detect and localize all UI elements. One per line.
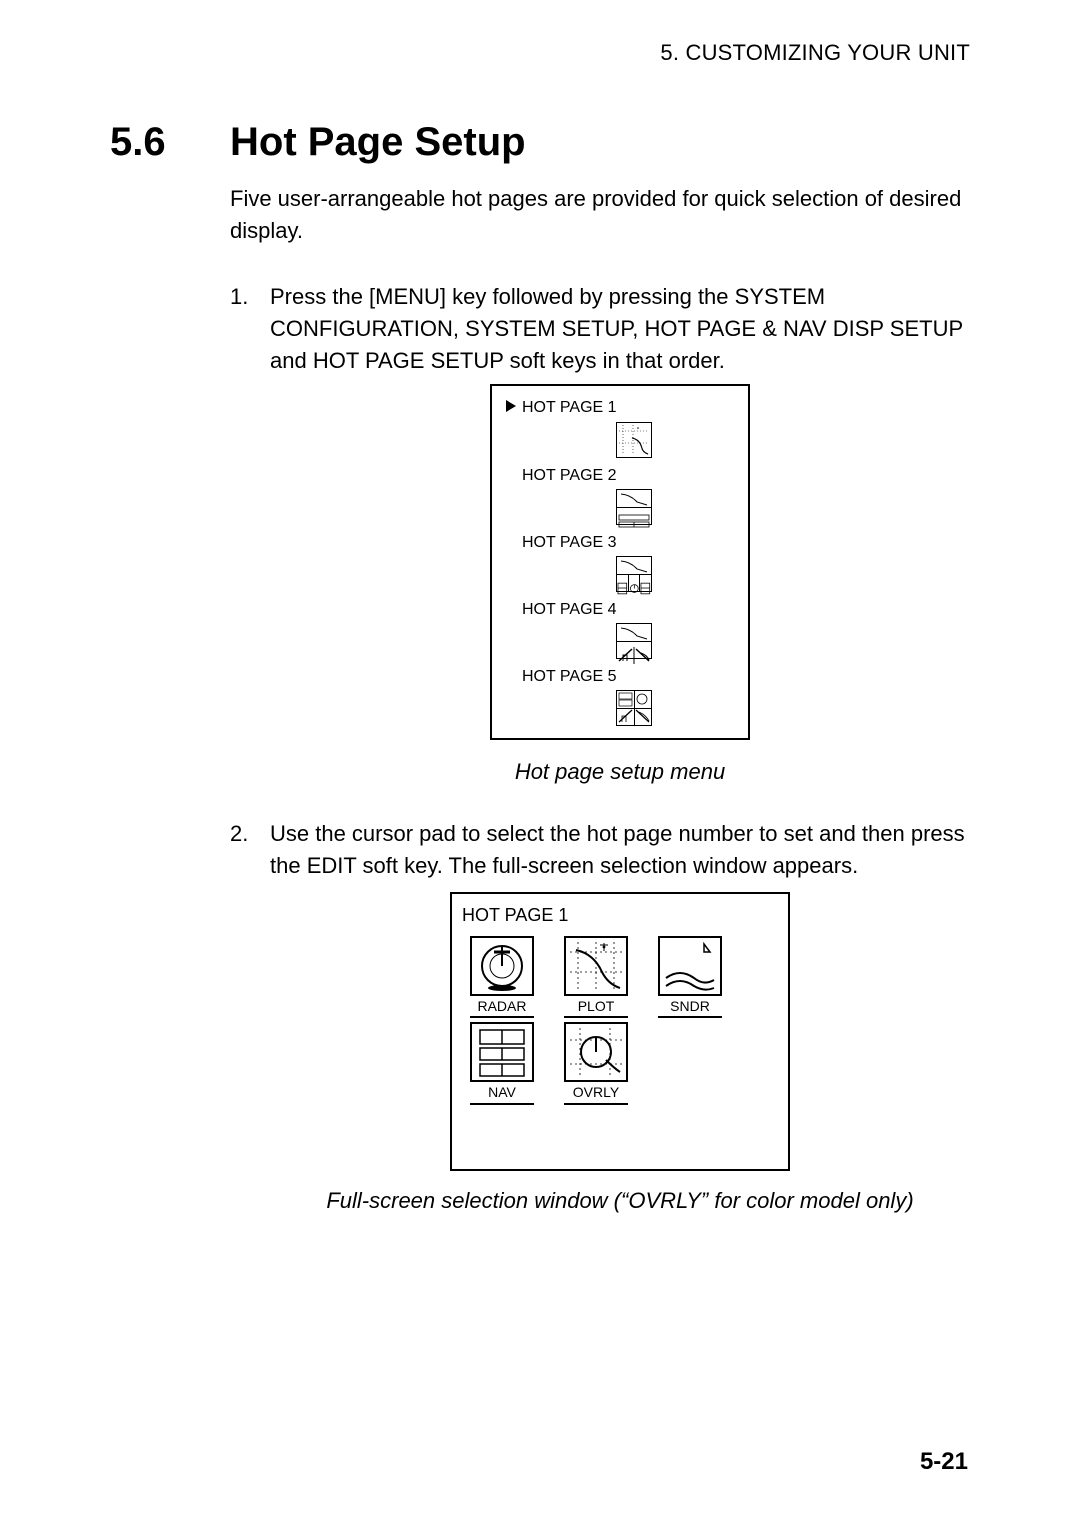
section-title: Hot Page Setup — [230, 120, 526, 165]
step-text: Press the [MENU] key followed by pressin… — [270, 284, 963, 373]
hot-page-menu-item: HOT PAGE 1 — [506, 396, 734, 457]
selection-option-grid: RADAR — [462, 936, 778, 1105]
option-plot: PLOT — [556, 936, 636, 1018]
selection-pointer-icon — [506, 396, 520, 419]
hot-page-label: HOT PAGE 4 — [522, 598, 617, 621]
option-ovrly: OVRLY — [556, 1022, 636, 1104]
hot-page-menu-item: HOT PAGE 2 — [506, 464, 734, 525]
page-number: 5-21 — [920, 1448, 968, 1476]
overlay-icon — [564, 1022, 628, 1082]
option-nav: NAV — [462, 1022, 542, 1104]
ordered-steps: Press the [MENU] key followed by pressin… — [230, 281, 970, 1233]
section-number: 5.6 — [110, 120, 230, 165]
hot-page-label: HOT PAGE 1 — [522, 396, 617, 419]
running-head: 5. CUSTOMIZING YOUR UNIT — [110, 40, 970, 66]
step-item: Use the cursor pad to select the hot pag… — [230, 818, 970, 1232]
hot-page-label: HOT PAGE 2 — [522, 464, 617, 487]
hot-page-thumb-icon — [616, 623, 652, 659]
hot-page-menu-item: HOT PAGE 5 — [506, 665, 734, 726]
hot-page-menu-box: HOT PAGE 1 — [490, 384, 750, 740]
hot-page-menu-item: HOT PAGE 4 — [506, 598, 734, 659]
selection-window: HOT PAGE 1 — [450, 892, 790, 1171]
option-label: NAV — [470, 1080, 534, 1104]
figure-caption: Full-screen selection window (“OVRLY” fo… — [326, 1185, 913, 1217]
section-heading: 5.6 Hot Page Setup — [110, 120, 970, 165]
intro-paragraph: Five user-arrangeable hot pages are prov… — [230, 183, 970, 247]
hot-page-label: HOT PAGE 5 — [522, 665, 617, 688]
hot-page-thumb-icon — [616, 556, 652, 592]
step-item: Press the [MENU] key followed by pressin… — [230, 281, 970, 805]
hot-page-thumb-icon — [616, 690, 652, 726]
nav-icon — [470, 1022, 534, 1082]
hot-page-thumb-icon — [616, 489, 652, 525]
option-sndr: SNDR — [650, 936, 730, 1018]
plot-icon — [564, 936, 628, 996]
figure-selection-window: HOT PAGE 1 — [270, 882, 970, 1233]
hot-page-menu-item: HOT PAGE 3 — [506, 531, 734, 592]
hot-page-thumb-icon — [616, 422, 652, 458]
option-label: OVRLY — [564, 1080, 628, 1104]
step-text: Use the cursor pad to select the hot pag… — [270, 821, 965, 878]
figure-caption: Hot page setup menu — [515, 756, 725, 788]
page: 5. CUSTOMIZING YOUR UNIT 5.6 Hot Page Se… — [0, 0, 1080, 1528]
radar-icon — [470, 936, 534, 996]
sounder-icon — [658, 936, 722, 996]
option-radar: RADAR — [462, 936, 542, 1018]
figure-hot-page-menu: HOT PAGE 1 — [270, 376, 970, 804]
selection-title: HOT PAGE 1 — [462, 902, 778, 928]
hot-page-label: HOT PAGE 3 — [522, 531, 617, 554]
